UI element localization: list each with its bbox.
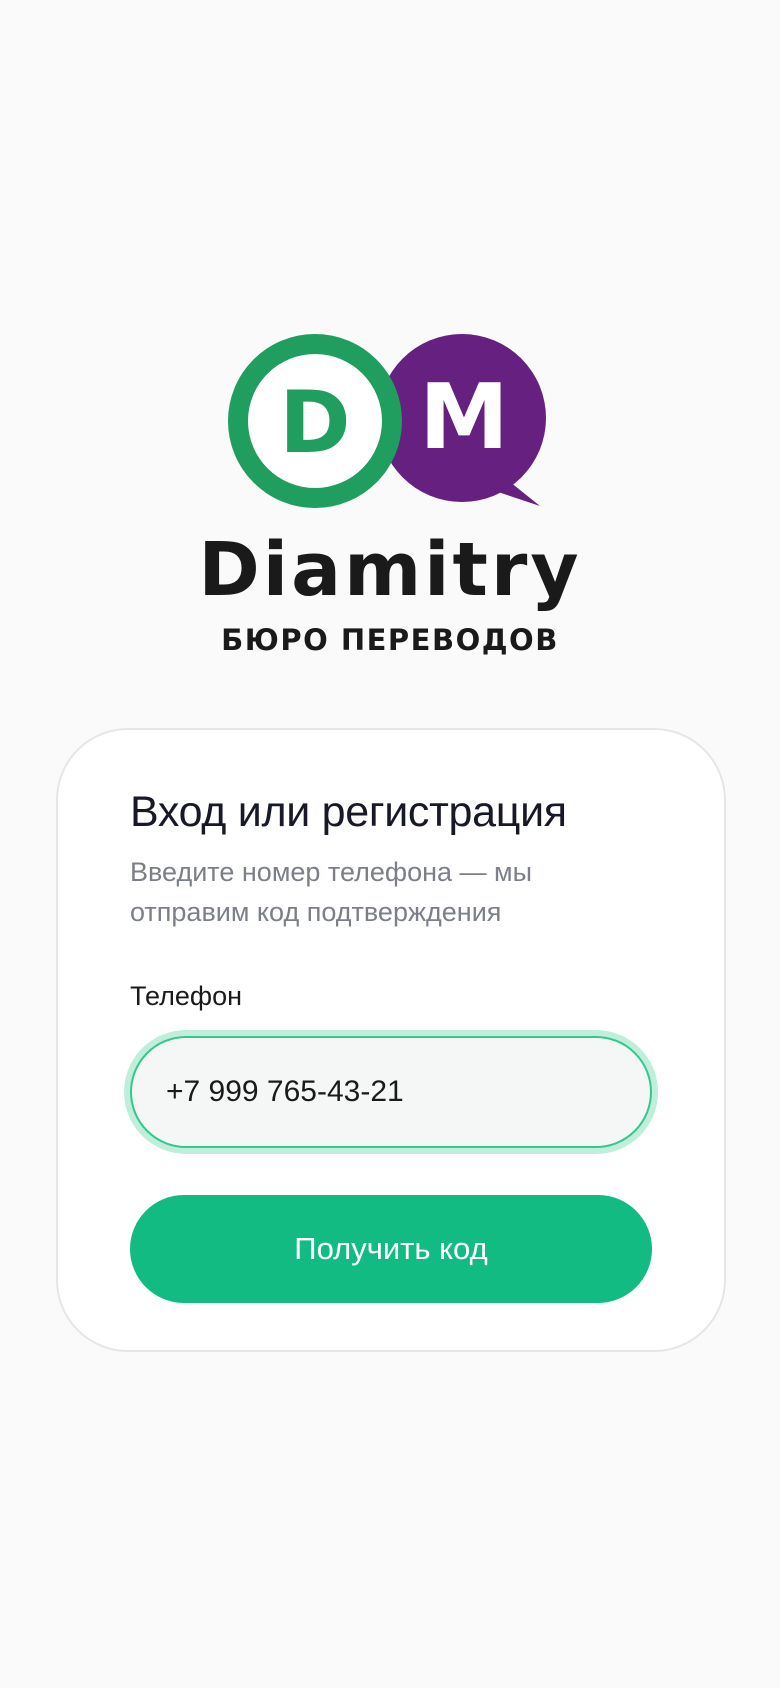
auth-description: Введите номер телефона — мы отправим код…	[130, 857, 532, 927]
logo-letter-m: M	[419, 365, 509, 470]
auth-title: Вход или регистрация	[130, 788, 567, 836]
phone-input[interactable]	[130, 1036, 652, 1148]
get-code-button[interactable]: Получить код	[130, 1195, 652, 1303]
phone-label: Телефон	[130, 981, 243, 1011]
auth-card: Вход или регистрация Введите номер телеф…	[56, 728, 726, 1352]
phone-field-focus-ring	[124, 1030, 658, 1154]
logo-letter-d: D	[279, 373, 350, 473]
brand-logo: M D Diamitry БЮРО ПЕРЕВОДОВ	[0, 334, 780, 664]
brand-subtitle: БЮРО ПЕРЕВОДОВ	[221, 623, 559, 657]
brand-name: Diamitry	[198, 527, 582, 613]
dm-logo-icon: M D	[228, 334, 546, 508]
login-screen: M D Diamitry БЮРО ПЕРЕВОДОВ Вход или рег…	[0, 0, 780, 1688]
